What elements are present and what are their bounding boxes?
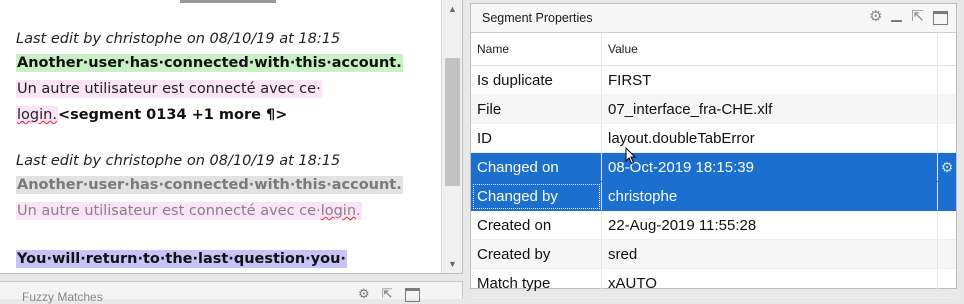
column-header-extra: [937, 33, 956, 66]
panel-title: Segment Properties: [482, 11, 593, 25]
gear-icon[interactable]: ⚙: [358, 286, 370, 302]
property-value[interactable]: xAUTO: [601, 268, 938, 298]
property-name[interactable]: Created by: [471, 239, 602, 269]
target-text[interactable]: Un autre utilisateur est connecté avec c…: [16, 202, 362, 220]
panel-titlebar: Segment Properties ⚙ ⇱: [471, 4, 956, 33]
target-text-spellcheck[interactable]: login.: [16, 106, 58, 124]
property-name[interactable]: Changed by: [471, 181, 602, 211]
property-name[interactable]: ID: [471, 123, 602, 153]
table-row[interactable]: Created on 22-Aug-2019 11:55:28: [471, 210, 956, 240]
table-row[interactable]: File 07_interface_fra-CHE.xlf: [471, 94, 956, 124]
column-header-value[interactable]: Value: [601, 33, 938, 66]
property-value[interactable]: sred: [601, 239, 938, 269]
table-row[interactable]: Created by sred: [471, 239, 956, 269]
property-value[interactable]: 08-Oct-2019 18:15:39: [601, 152, 938, 182]
restore-icon[interactable]: ⇱: [382, 286, 393, 302]
fuzzy-matches-title: Fuzzy Matches: [22, 290, 103, 304]
table-row[interactable]: ID layout.doubleTabError: [471, 123, 956, 153]
table-row-selected[interactable]: Changed by christophe: [471, 181, 956, 211]
segment-properties-panel: Segment Properties ⚙ ⇱ Name Value Is dup…: [470, 3, 957, 298]
source-text[interactable]: Another·user·has·connected·with·this·acc…: [16, 54, 403, 72]
table-row[interactable]: Match type xAUTO: [471, 268, 956, 298]
table-row[interactable]: Is duplicate FIRST: [471, 65, 956, 95]
tab-indicator: [180, 0, 276, 3]
table-row-selected[interactable]: Changed on 08-Oct-2019 18:15:39 ⚙: [471, 152, 956, 182]
target-text[interactable]: Un autre utilisateur est connecté avec c…: [16, 80, 322, 98]
property-name[interactable]: File: [471, 94, 602, 124]
property-value[interactable]: 22-Aug-2019 11:55:28: [601, 210, 938, 240]
scrollbar-thumb[interactable]: [445, 58, 460, 186]
segment-meta: Last edit by christophe on 08/10/19 at 1…: [16, 31, 341, 47]
restore-icon[interactable]: ⇱: [911, 9, 924, 25]
minimize-icon[interactable]: [891, 20, 903, 22]
maximize-icon[interactable]: [404, 288, 420, 302]
source-text[interactable]: Another·user·has·connected·with·this·acc…: [16, 176, 403, 194]
scroll-up-icon[interactable]: ▲: [442, 0, 462, 18]
fuzzy-matches-pane[interactable]: Fuzzy Matches ⚙ ⇱: [0, 281, 463, 304]
property-value[interactable]: FIRST: [601, 65, 938, 95]
editor-content[interactable]: Last edit by christophe on 08/10/19 at 1…: [16, 28, 440, 272]
property-value[interactable]: layout.doubleTabError: [601, 123, 938, 153]
property-value[interactable]: christophe: [601, 181, 938, 211]
mouse-cursor-icon: [625, 147, 637, 165]
gear-icon[interactable]: ⚙: [937, 152, 956, 182]
property-name[interactable]: Created on: [471, 210, 602, 240]
segment-meta: Last edit by christophe on 08/10/19 at 1…: [16, 153, 341, 169]
scroll-down-icon[interactable]: ▼: [442, 255, 462, 273]
property-name[interactable]: Changed on: [471, 152, 602, 182]
editor-scrollbar[interactable]: ▲ ▼: [441, 0, 462, 273]
active-source-text[interactable]: You·will·return·to·the·last·question·you…: [16, 250, 347, 268]
property-value[interactable]: 07_interface_fra-CHE.xlf: [601, 94, 938, 124]
maximize-icon[interactable]: [933, 11, 948, 25]
segment-tag[interactable]: <segment 0134 +1 more ¶>: [58, 107, 287, 123]
properties-table: Name Value Is duplicate FIRST File 07_in…: [471, 33, 956, 298]
editor-pane[interactable]: Last edit by christophe on 08/10/19 at 1…: [0, 0, 463, 274]
property-name[interactable]: Match type: [471, 268, 602, 298]
spellcheck-word: login: [320, 203, 357, 219]
table-header: Name Value: [471, 33, 956, 66]
column-header-name[interactable]: Name: [471, 33, 602, 66]
property-name[interactable]: Is duplicate: [471, 65, 602, 95]
gear-icon[interactable]: ⚙: [869, 9, 882, 25]
